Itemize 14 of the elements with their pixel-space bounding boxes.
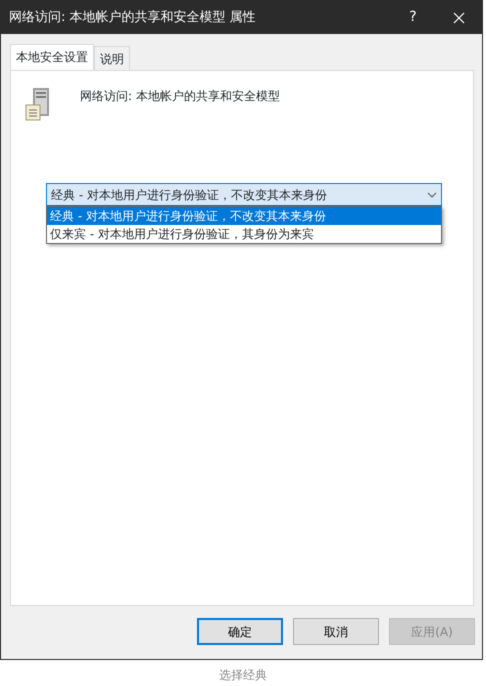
close-icon <box>453 12 465 24</box>
policy-title: 网络访问: 本地帐户的共享和安全模型 <box>80 88 280 105</box>
dropdown-option[interactable]: 经典 - 对本地用户进行身份验证，不改变其本来身份 <box>47 207 441 225</box>
combo-value: 经典 - 对本地用户进行身份验证，不改变其本来身份 <box>51 186 327 204</box>
tab[interactable]: 本地安全设置 <box>10 44 94 71</box>
dialog-button[interactable]: 取消 <box>293 618 379 645</box>
combo-box[interactable]: 经典 - 对本地用户进行身份验证，不改变其本来身份 <box>46 183 442 206</box>
help-button[interactable]: ? <box>390 1 436 34</box>
caption: 选择经典 <box>218 667 268 684</box>
window-title: 网络访问: 本地帐户的共享和安全模型 属性 <box>9 8 257 27</box>
tab[interactable]: 说明 <box>94 46 130 71</box>
dropdown-option[interactable]: 仅来宾 - 对本地用户进行身份验证，其身份为来宾 <box>47 225 441 243</box>
dialog-button[interactable]: 确定 <box>197 618 283 645</box>
chevron-icon <box>427 192 437 198</box>
